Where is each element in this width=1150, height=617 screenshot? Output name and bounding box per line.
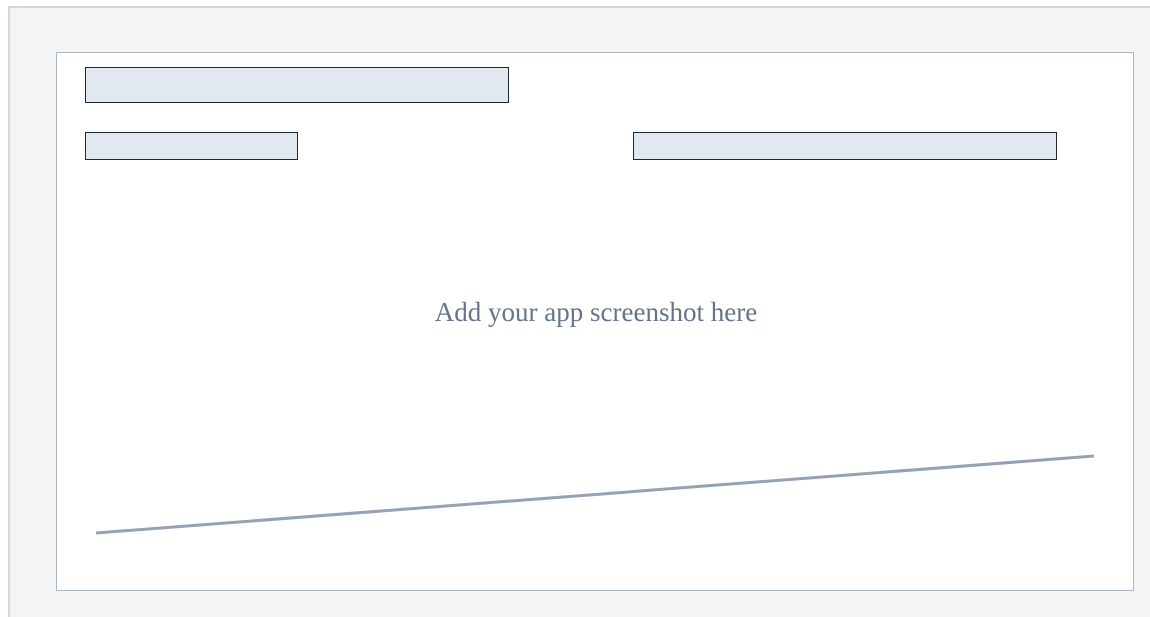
title-placeholder-bar: [85, 67, 509, 103]
left-placeholder-bar: [85, 132, 298, 160]
placeholder-message: Add your app screenshot here: [434, 297, 758, 327]
outer-frame: Add your app screenshot here: [8, 6, 1150, 617]
diagonal-line: [95, 454, 1095, 535]
screenshot-placeholder-panel: Add your app screenshot here: [56, 52, 1134, 591]
right-placeholder-bar: [633, 132, 1057, 160]
